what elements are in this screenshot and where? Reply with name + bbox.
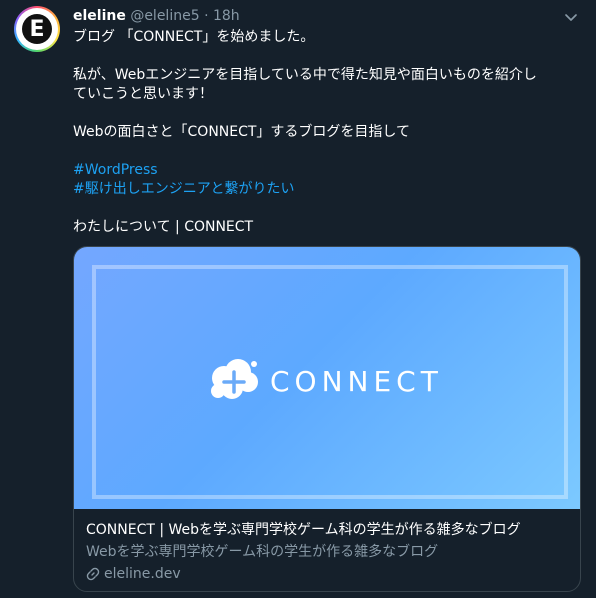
card-image[interactable]: CONNECT [74,247,580,509]
logo-text: CONNECT [270,365,443,398]
tweet-link-text: わたしについて | CONNECT [73,219,254,235]
link-icon [86,567,100,581]
card-domain-text: eleline.dev [104,566,181,582]
avatar-letter: E [22,14,52,44]
card-description: Webを学ぶ専門学校ゲーム科の学生が作る雑多なブログ [86,544,439,560]
tweet-line-1: ブログ 「CONNECT」を始めました。 [73,29,315,45]
avatar[interactable]: E [14,6,60,52]
timestamp[interactable]: 18h [213,8,240,24]
author-handle[interactable]: @eleline5 [130,8,199,24]
tweet-body: ブログ 「CONNECT」を始めました。 私が、Webエンジニアを目指している中… [73,28,581,237]
connect-logo: CONNECT [211,359,443,399]
tweet-line-4: Webの面白さと「CONNECT」するブログを目指して [73,124,411,140]
card-title[interactable]: CONNECT | Webを学ぶ専門学校ゲーム科の学生が作る雑多なブログ [86,521,570,539]
separator: · [204,8,209,24]
avatar-inner: E [16,8,58,50]
link-card[interactable]: CONNECT CONNECT | Webを学ぶ専門学校ゲーム科の学生が作る雑多… [73,246,581,592]
hashtag-wordpress[interactable]: #WordPress [73,161,581,180]
card-domain[interactable]: eleline.dev [86,565,570,583]
tweet: E eleline @eleline5 · 18h ブログ 「CONNECT」を… [0,0,596,598]
tweet-line-3: ていこうと思います！ [73,86,213,102]
card-meta: CONNECT | Webを学ぶ専門学校ゲーム科の学生が作る雑多なブログ Web… [86,521,570,583]
hashtag-engineer[interactable]: #駆け出しエンジニアと繋がりたい [73,180,581,199]
tweet-header: eleline @eleline5 · 18h [73,7,240,25]
tweet-line-2: 私が、Webエンジニアを目指している中で得た知見や面白いものを紹介し [73,67,537,83]
author-name[interactable]: eleline [73,8,126,24]
chevron-down-icon[interactable] [564,10,578,24]
